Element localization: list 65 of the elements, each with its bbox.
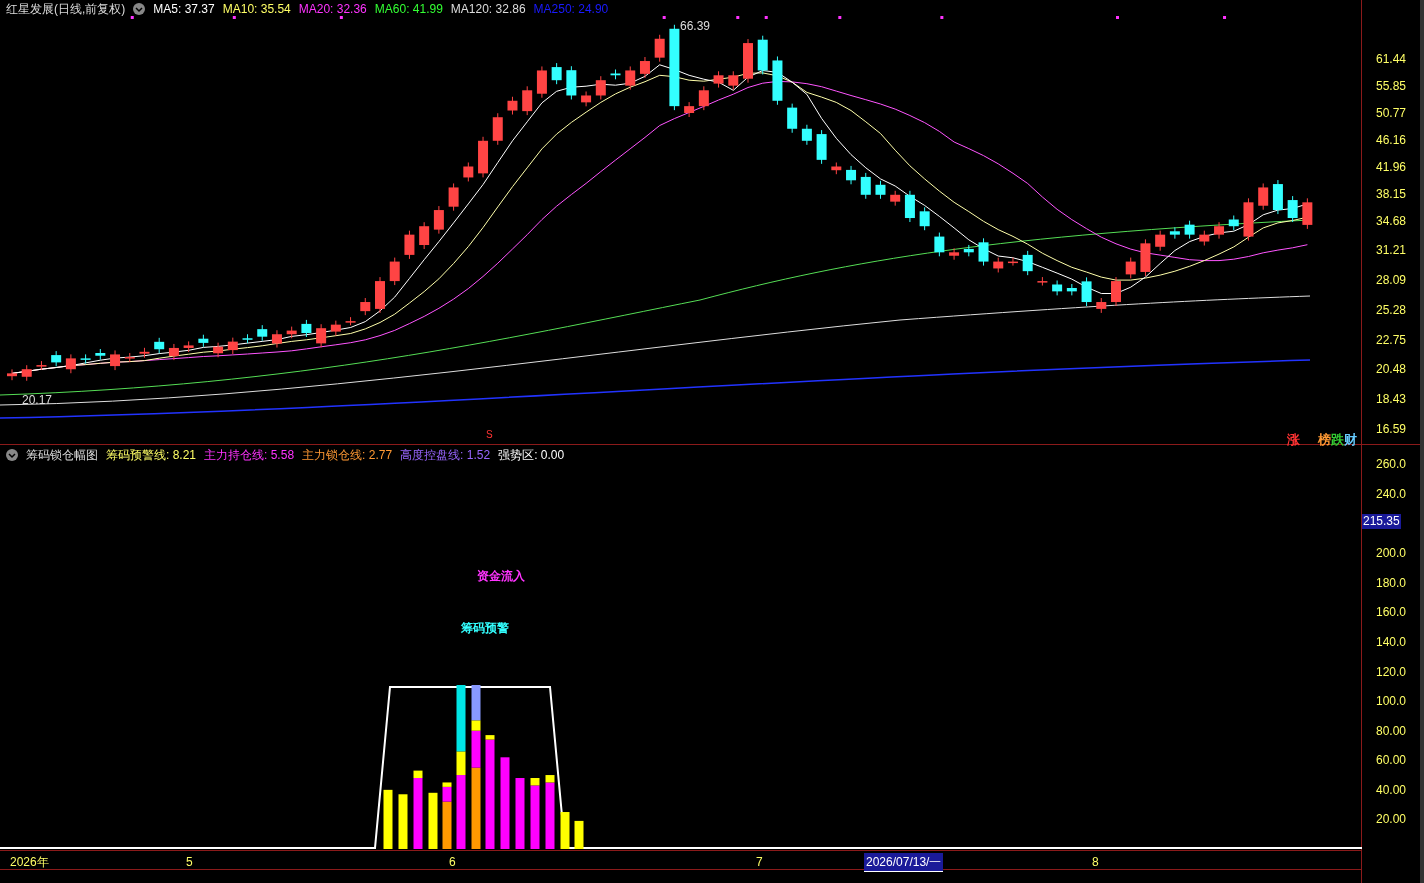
indicator-line-label: 主力锁仓线: 2.77 xyxy=(302,447,393,464)
time-axis-label: 6 xyxy=(448,854,457,871)
histogram-bar xyxy=(398,794,408,849)
price-axis-label: 46.16 xyxy=(1376,133,1407,146)
time-axis-label: 2026/07/13/一 xyxy=(864,853,944,872)
price-axis-label: 55.85 xyxy=(1376,79,1407,92)
indicator-axis-label: 120.0 xyxy=(1376,665,1407,678)
price-axis-label: 16.59 xyxy=(1376,423,1407,435)
indicator-axis-label: 60.00 xyxy=(1376,754,1407,767)
low-price-label: 20.17 xyxy=(22,392,53,409)
signal-annotation: 资金流入 xyxy=(477,568,525,585)
indicator-line-label: 强势区: 0.00 xyxy=(498,447,565,464)
moving-average-label: MA20: 32.36 xyxy=(298,1,367,18)
badge-label: 财 xyxy=(1344,431,1357,449)
toggle-icon[interactable] xyxy=(133,3,146,15)
price-axis-label: 61.44 xyxy=(1376,53,1407,65)
indicator-axis-label: 100.0 xyxy=(1376,695,1407,708)
indicator-line-label: 主力持仓线: 5.58 xyxy=(204,447,295,464)
stock-title: 红星发展(日线,前复权) xyxy=(6,1,126,18)
price-axis-label: 41.96 xyxy=(1376,160,1407,173)
time-axis-label: 2026年 xyxy=(9,854,50,871)
moving-average-label: MA120: 32.86 xyxy=(450,1,526,18)
badge-label: 跌 xyxy=(1331,431,1344,449)
toggle-icon[interactable] xyxy=(6,449,18,461)
indicator-axis-label: 240.0 xyxy=(1376,488,1407,501)
price-axis-label: 50.77 xyxy=(1376,106,1407,119)
time-axis-label: 8 xyxy=(1091,854,1100,871)
moving-average-label: MA5: 37.37 xyxy=(153,1,215,18)
histogram-bar xyxy=(560,812,570,849)
histogram-bar xyxy=(428,792,438,849)
indicator-line-label: 筹码预警线: 8.21 xyxy=(106,447,197,464)
indicator-line-label: 高度控盘线: 1.52 xyxy=(400,447,491,464)
high-price-label: 66.39 xyxy=(680,18,711,35)
badge-label: 涨 xyxy=(1287,431,1300,449)
indicator-axis-label: 180.0 xyxy=(1376,576,1407,589)
moving-average-label: MA250: 24.90 xyxy=(533,1,609,18)
histogram-bar xyxy=(574,820,584,849)
price-axis-label: 20.48 xyxy=(1376,363,1407,376)
indicator-axis-label: 80.00 xyxy=(1376,724,1407,737)
histogram-bar xyxy=(530,778,540,849)
price-axis-label: 18.43 xyxy=(1376,393,1407,406)
badge-label: 榜 xyxy=(1318,431,1331,449)
histogram-bar xyxy=(383,789,393,849)
price-axis-label: 31.21 xyxy=(1376,244,1407,257)
price-axis-label: 28.09 xyxy=(1376,274,1407,287)
price-axis-label: 34.68 xyxy=(1376,214,1407,227)
signal-annotation: 筹码预警 xyxy=(461,620,509,637)
time-axis-label: 7 xyxy=(755,854,764,871)
indicator-axis-label: 140.0 xyxy=(1376,635,1407,648)
histogram-bar xyxy=(442,782,452,849)
indicator-axis-label: 160.0 xyxy=(1376,606,1407,619)
time-axis-label: 5 xyxy=(185,854,194,871)
indicator-axis-label: 260.0 xyxy=(1376,458,1407,471)
signal-mark: S xyxy=(486,430,493,440)
indicator-axis-label: 40.00 xyxy=(1376,783,1407,796)
price-axis-label: 25.28 xyxy=(1376,303,1407,316)
price-axis-label: 38.15 xyxy=(1376,187,1407,200)
indicator-axis-label: 200.0 xyxy=(1376,547,1407,560)
indicator-axis-label: 20.00 xyxy=(1376,813,1407,826)
moving-average-label: MA60: 41.99 xyxy=(374,1,443,18)
moving-average-label: MA10: 35.54 xyxy=(222,1,291,18)
price-axis-label: 22.75 xyxy=(1376,333,1407,346)
current-value-badge: 215.35 xyxy=(1362,514,1401,529)
indicator-title: 筹码锁仓幅图 xyxy=(26,447,98,464)
histogram-bar xyxy=(515,778,525,849)
